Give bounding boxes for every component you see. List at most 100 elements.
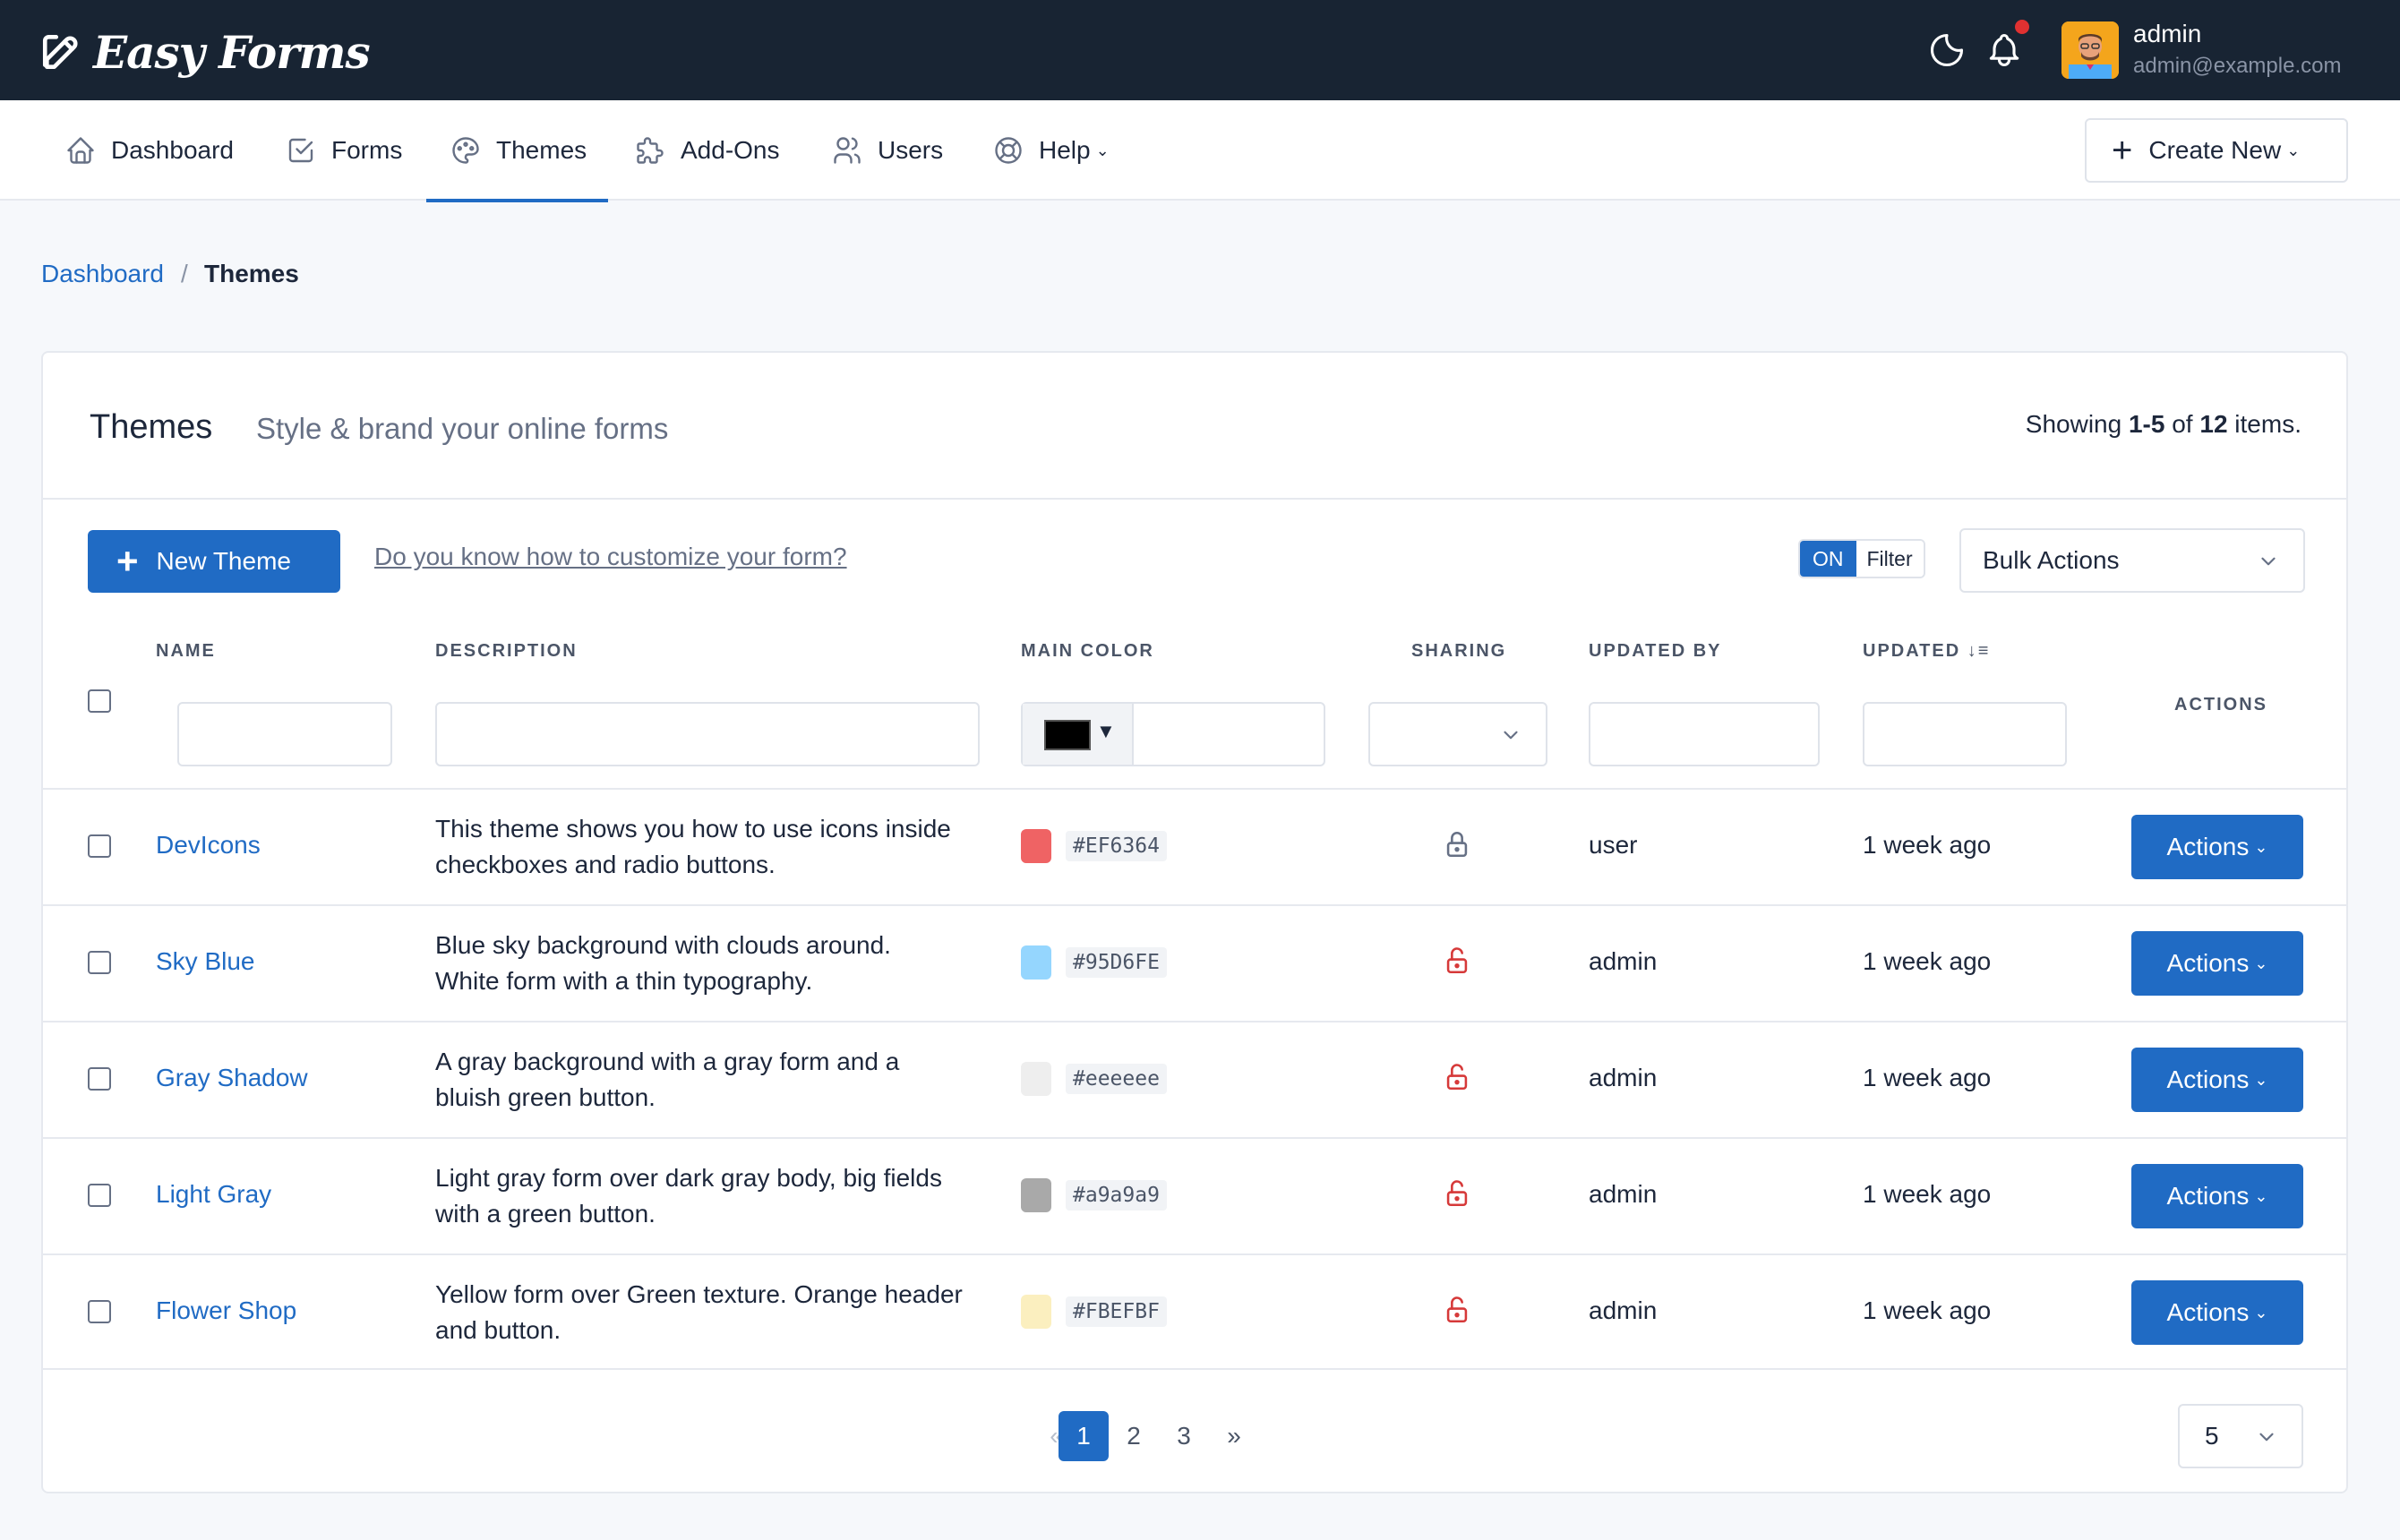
row-checkbox[interactable] xyxy=(88,834,111,858)
table-row: Light Gray Light gray form over dark gray… xyxy=(43,1137,2346,1253)
chevron-down-icon xyxy=(2259,1433,2274,1442)
chevron-down-icon: ⌄ xyxy=(2286,141,2301,159)
summary-of: of xyxy=(2164,410,2200,438)
updated-by-filter-input[interactable] xyxy=(1589,702,1820,766)
updated-time: 1 week ago xyxy=(1863,831,1992,859)
nav-item-forms[interactable]: Forms xyxy=(285,100,402,201)
breadcrumb-dashboard[interactable]: Dashboard xyxy=(41,260,164,288)
row-actions-button[interactable]: Actions ⌄ xyxy=(2131,1280,2303,1345)
color-swatch xyxy=(1021,1295,1051,1329)
select-all-checkbox[interactable] xyxy=(88,689,111,713)
pagination-next[interactable]: » xyxy=(1209,1411,1259,1461)
row-checkbox[interactable] xyxy=(88,1067,111,1091)
column-header-updated-label: UPDATED xyxy=(1863,641,1961,661)
puzzle-icon xyxy=(637,137,664,164)
updated-time: 1 week ago xyxy=(1863,1296,1992,1324)
chevron-down-icon: ⌄ xyxy=(2254,1186,2268,1205)
nav-item-users[interactable]: Users xyxy=(831,100,943,201)
table-row: DevIcons This theme shows you how to use … xyxy=(43,788,2346,904)
brand-logo[interactable]: Easy Forms xyxy=(39,25,371,79)
home-icon xyxy=(67,137,94,164)
description-line: Yellow form over Green texture. Orange h… xyxy=(435,1280,963,1308)
color-swatch xyxy=(1021,1062,1051,1096)
column-header-updated[interactable]: UPDATED ↓≡ xyxy=(1863,641,1990,662)
pagination-page[interactable]: 2 xyxy=(1109,1411,1159,1461)
filter-toggle[interactable]: ON Filter xyxy=(1798,539,1925,578)
color-hex: #FBEFBF xyxy=(1066,1296,1167,1327)
description-filter-input[interactable] xyxy=(435,702,980,766)
row-actions-button[interactable]: Actions ⌄ xyxy=(2131,1048,2303,1112)
actions-label: Actions xyxy=(2166,1182,2250,1210)
chevron-down-icon: ⌄ xyxy=(1095,141,1110,159)
customize-help-link[interactable]: Do you know how to customize your form? xyxy=(374,543,847,571)
theme-name-link[interactable]: Flower Shop xyxy=(156,1296,296,1325)
row-actions-button[interactable]: Actions ⌄ xyxy=(2131,1164,2303,1228)
color-hex: #eeeeee xyxy=(1066,1064,1167,1094)
unlock-icon xyxy=(1442,945,1472,980)
updated-time: 1 week ago xyxy=(1863,1180,1992,1208)
nav-label: Users xyxy=(878,136,944,164)
column-header-sharing[interactable]: SHARING xyxy=(1411,641,1506,662)
actions-label: Actions xyxy=(2166,1298,2250,1326)
nav-label: Themes xyxy=(496,136,587,164)
page-size-select[interactable]: 5 xyxy=(2178,1404,2303,1468)
summary-prefix: Showing xyxy=(2025,410,2129,438)
updated-filter-input[interactable] xyxy=(1863,702,2067,766)
top-bar: Easy Forms admin admin@example.com xyxy=(0,0,2400,100)
items-summary: Showing 1-5 of 12 items. xyxy=(2026,410,2301,439)
sharing-filter-select[interactable] xyxy=(1368,702,1547,766)
nav-item-add-ons[interactable]: Add-Ons xyxy=(634,100,780,201)
pagination-page[interactable]: 3 xyxy=(1159,1411,1209,1461)
updated-by: admin xyxy=(1589,1180,1658,1208)
users-icon xyxy=(834,137,861,164)
theme-name-link[interactable]: DevIcons xyxy=(156,831,261,860)
filter-label: Filter xyxy=(1856,541,1924,577)
row-checkbox[interactable] xyxy=(88,951,111,974)
color-hex: #EF6364 xyxy=(1066,831,1167,861)
nav-label: Forms xyxy=(331,136,403,164)
notifications-bell-icon[interactable] xyxy=(1984,30,2024,70)
name-filter-input[interactable] xyxy=(177,702,392,766)
summary-total: 12 xyxy=(2199,410,2228,438)
bulk-actions-select[interactable]: Bulk Actions xyxy=(1959,528,2305,593)
color-picker-button[interactable]: ▼ xyxy=(1023,704,1134,765)
updated-by: admin xyxy=(1589,947,1658,975)
description-line: This theme shows you how to use icons in… xyxy=(435,815,951,843)
nav-item-dashboard[interactable]: Dashboard xyxy=(64,100,234,201)
unlock-icon xyxy=(1442,1295,1472,1329)
chevron-down-icon: ⌄ xyxy=(2254,1070,2268,1089)
nav-item-themes[interactable]: Themes xyxy=(425,100,609,202)
row-checkbox[interactable] xyxy=(88,1300,111,1323)
theme-name-link[interactable]: Sky Blue xyxy=(156,947,255,976)
row-actions-button[interactable]: Actions ⌄ xyxy=(2131,931,2303,996)
column-header-updated-by[interactable]: UPDATED BY xyxy=(1589,641,1722,662)
theme-name-link[interactable]: Gray Shadow xyxy=(156,1064,308,1092)
column-header-name[interactable]: NAME xyxy=(156,641,216,662)
sort-descending-icon: ↓≡ xyxy=(1967,641,1991,661)
page-title: Themes xyxy=(90,408,213,446)
column-header-description[interactable]: DESCRIPTION xyxy=(435,641,578,662)
actions-label: Actions xyxy=(2166,1065,2250,1093)
dark-mode-moon-icon[interactable] xyxy=(1927,30,1967,70)
plus-icon: + xyxy=(2112,131,2133,170)
table-row: Gray Shadow A gray background with a gray… xyxy=(43,1021,2346,1137)
row-checkbox[interactable] xyxy=(88,1184,111,1207)
nav-label: Add-Ons xyxy=(681,136,780,164)
theme-name-link[interactable]: Light Gray xyxy=(156,1180,271,1209)
theme-description: Yellow form over Green texture. Orange h… xyxy=(435,1277,963,1348)
theme-description: Blue sky background with clouds around. W… xyxy=(435,928,891,999)
avatar[interactable] xyxy=(2061,21,2119,79)
color-swatch xyxy=(1021,829,1051,863)
new-theme-button[interactable]: + New Theme xyxy=(88,530,340,593)
column-header-main-color[interactable]: MAIN COLOR xyxy=(1021,641,1154,662)
row-actions-button[interactable]: Actions ⌄ xyxy=(2131,815,2303,879)
nav-item-help[interactable]: Help ⌄ xyxy=(992,100,1110,201)
create-new-button[interactable]: + Create New ⌄ xyxy=(2085,118,2348,183)
column-header-actions: ACTIONS xyxy=(2174,695,2267,714)
user-name[interactable]: admin xyxy=(2133,20,2201,48)
themes-card: Themes Style & brand your online forms S… xyxy=(41,351,2348,1493)
pagination-page[interactable]: 1 xyxy=(1059,1411,1109,1461)
pagination-bar: « 1 2 3 » 5 xyxy=(43,1368,2346,1493)
page-subtitle: Style & brand your online forms xyxy=(256,412,669,445)
color-filter-input[interactable]: ▼ xyxy=(1021,702,1325,766)
